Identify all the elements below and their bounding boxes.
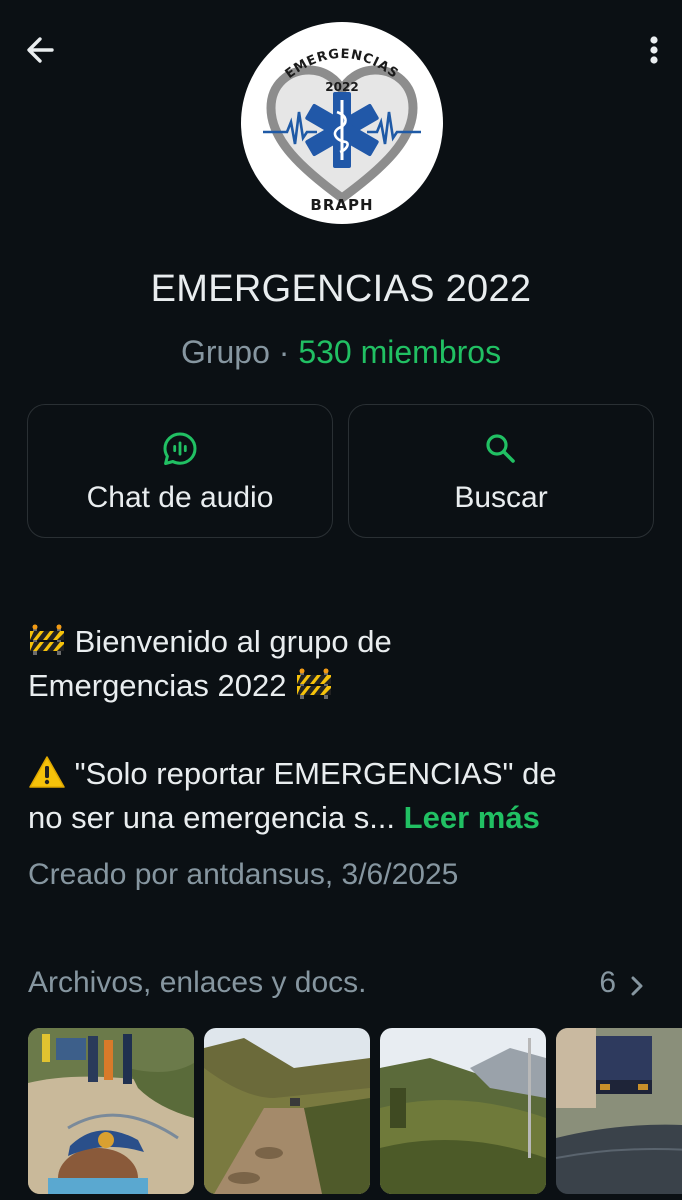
media-thumbnail[interactable] (28, 1028, 194, 1194)
description-line: Bienvenido al grupo de (28, 620, 658, 664)
description-line: Emergencias 2022 (28, 664, 658, 708)
chevron-right-icon (626, 972, 648, 1000)
group-kind: Grupo (180, 334, 270, 370)
description-line-1: Bienvenido al grupo de (74, 624, 392, 659)
group-name: EMERGENCIAS 2022 (150, 268, 532, 310)
group-description: Bienvenido al grupo de Emergencias 2022 (28, 620, 658, 840)
search-label: Buscar (454, 481, 548, 514)
media-thumbnail[interactable] (204, 1028, 370, 1194)
created-by-text: Creado por antdansus, 3/6/2025 (28, 858, 459, 891)
audio-chat-label: Chat de audio (86, 481, 274, 514)
group-subtitle: Grupo · 530 miembros (0, 334, 682, 371)
media-thumbnails (28, 1028, 682, 1200)
description-line-2: Emergencias 2022 (28, 668, 287, 703)
members-count[interactable]: 530 miembros (298, 334, 501, 370)
files-count: 6 (599, 966, 616, 999)
construction-barrier-icon (295, 667, 333, 701)
more-vertical-icon[interactable] (644, 32, 664, 72)
search-icon (481, 429, 521, 469)
media-thumbnail[interactable] (556, 1028, 682, 1194)
audio-chat-button[interactable]: Chat de audio (27, 404, 333, 538)
description-line: no ser una emergencia s... Leer más (28, 796, 658, 840)
group-avatar[interactable]: EMERGENCIAS 2022 BRAPH (241, 22, 443, 224)
avatar-bottom-text: BRAPH (310, 196, 373, 214)
media-thumbnail[interactable] (380, 1028, 546, 1194)
arrow-left-icon[interactable] (22, 30, 62, 70)
read-more-link[interactable]: Leer más (404, 800, 540, 835)
avatar-year: 2022 (325, 80, 358, 94)
construction-barrier-icon (28, 623, 66, 657)
separator-dot: · (278, 334, 290, 370)
files-title: Archivos, enlaces y docs. (28, 966, 367, 999)
audio-chat-icon (160, 429, 200, 469)
description-line-3: "Solo reportar EMERGENCIAS" de (74, 756, 557, 791)
search-button[interactable]: Buscar (348, 404, 654, 538)
files-section-header[interactable]: Archivos, enlaces y docs. 6 (28, 966, 648, 1006)
description-line-4: no ser una emergencia s... (28, 800, 396, 835)
warning-icon (28, 755, 66, 789)
description-line: "Solo reportar EMERGENCIAS" de (28, 752, 658, 796)
